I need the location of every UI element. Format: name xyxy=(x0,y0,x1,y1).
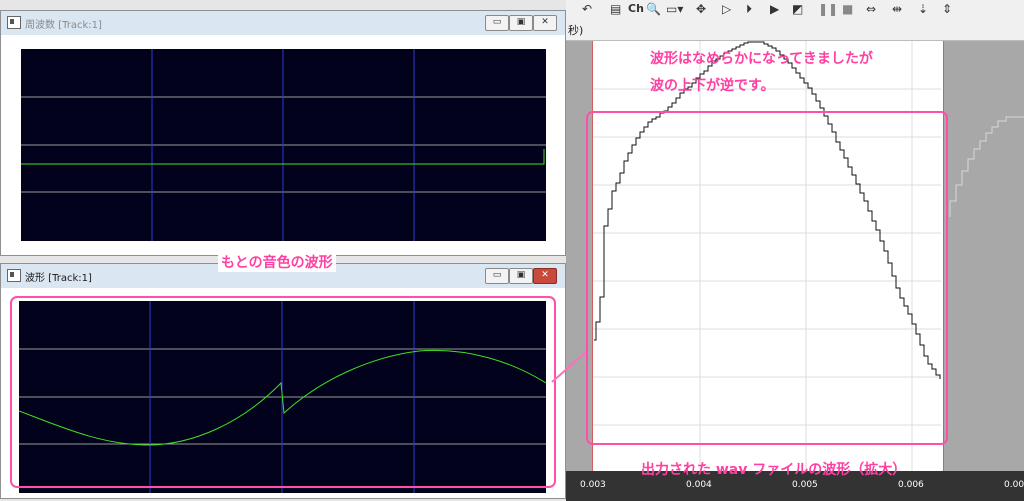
timeline-label-1: 0.003 xyxy=(580,480,606,490)
waveform-window-title: 波形 [Track:1] xyxy=(25,273,92,284)
move-icon[interactable]: ✥ xyxy=(696,2,706,16)
close-button[interactable]: ✕ xyxy=(533,268,557,284)
annotation-top-line1: 波形はなめらかになってきましたが xyxy=(650,51,873,67)
annotation-original: もとの音色の波形 xyxy=(218,252,336,272)
close-button[interactable]: ✕ xyxy=(533,15,557,31)
next-cycle-trace xyxy=(949,116,1024,217)
connector-line xyxy=(551,351,587,383)
annotation-output: 出力された wav ファイルの波形（拡大） xyxy=(641,462,907,478)
timeline-label-3: 0.005 xyxy=(792,480,818,490)
window-app-icon xyxy=(7,16,21,29)
page-icon[interactable]: ▤ xyxy=(610,2,621,16)
timeline-label-5: 0.007 xyxy=(1004,480,1024,490)
stop-icon[interactable]: ■ xyxy=(842,2,853,16)
undo-icon[interactable]: ↶ xyxy=(582,2,592,16)
frequency-scope xyxy=(21,49,546,241)
editor-toolbar: ↶ ▤ Ch 🔍 ▭▾ ✥ ▷ ⏵ ▶ ◩ ❚❚ ■ ⇔ ⇹ ⇣ ⇕ xyxy=(566,0,1024,19)
ch-icon[interactable]: Ch xyxy=(628,2,644,15)
time-unit-label: 秒) xyxy=(568,24,584,37)
channel-select-icon[interactable]: ▭▾ xyxy=(666,2,683,16)
timeline-label-4: 0.006 xyxy=(898,480,924,490)
editor-ruler-bar: 秒) xyxy=(566,18,1024,41)
frequency-window-titlebar[interactable]: 周波数 [Track:1] ▭ ▣ ✕ xyxy=(1,11,565,35)
shrink-vertical-icon[interactable]: ⇣ xyxy=(918,2,928,16)
window-app-icon xyxy=(7,269,21,282)
expand-horizontal-icon[interactable]: ⇔ xyxy=(866,2,876,16)
play-from-icon[interactable]: ⏵ xyxy=(746,2,752,17)
annotation-top-line2: 波の上下が逆です。 xyxy=(650,78,775,94)
output-highlight-box xyxy=(586,111,948,445)
pause-icon[interactable]: ❚❚ xyxy=(818,2,838,16)
play-step-icon[interactable]: ▷ xyxy=(722,2,731,16)
frequency-scope-svg xyxy=(21,49,546,241)
frequency-window-title: 周波数 [Track:1] xyxy=(25,20,102,31)
frequency-window: 周波数 [Track:1] ▭ ▣ ✕ xyxy=(0,10,566,256)
minimize-button[interactable]: ▭ xyxy=(485,15,509,31)
timeline-label-2: 0.004 xyxy=(686,480,712,490)
original-highlight-box xyxy=(10,296,556,488)
play-icon[interactable]: ▶ xyxy=(770,2,779,16)
record-icon[interactable]: ◩ xyxy=(792,2,803,16)
zoom-icon[interactable]: 🔍 xyxy=(646,2,661,16)
minimize-button[interactable]: ▭ xyxy=(485,268,509,284)
shrink-horizontal-icon[interactable]: ⇹ xyxy=(892,2,902,16)
expand-vertical-icon[interactable]: ⇕ xyxy=(942,2,952,16)
restore-button[interactable]: ▣ xyxy=(509,268,533,284)
restore-button[interactable]: ▣ xyxy=(509,15,533,31)
